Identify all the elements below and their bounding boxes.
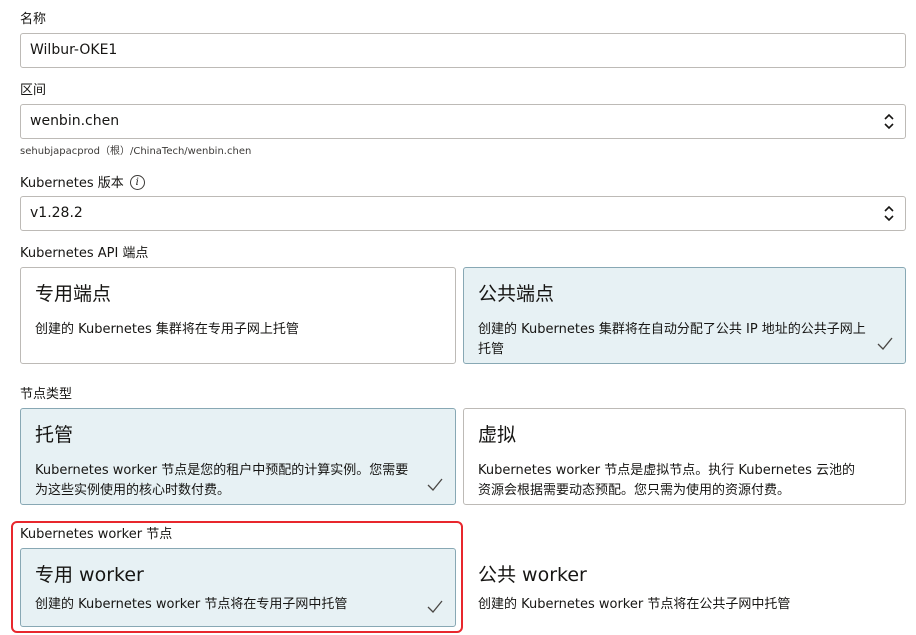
card-title: 公共 worker: [478, 564, 587, 586]
name-input[interactable]: Wilbur-OKE1: [20, 33, 906, 68]
card-title: 公共端点: [478, 283, 555, 305]
card-description: Kubernetes worker 节点是虚拟节点。执行 Kubernetes …: [478, 463, 856, 498]
chevron-up-down-icon: [884, 205, 894, 222]
info-icon[interactable]: i: [129, 175, 145, 190]
card-title: 托管: [35, 424, 74, 446]
version-label: Kubernetes 版本 i: [20, 175, 145, 192]
name-label: 名称: [20, 12, 47, 27]
public-worker-card[interactable]: 公共 worker 创建的 Kubernetes worker 节点将在公共子网…: [463, 548, 906, 627]
chevron-up-down-icon: [884, 113, 894, 130]
card-description: 创建的 Kubernetes worker 节点将在专用子网中托管: [35, 597, 348, 612]
card-description: 创建的 Kubernetes worker 节点将在公共子网中托管: [478, 597, 791, 612]
card-title: 专用端点: [35, 283, 112, 305]
public-endpoint-card[interactable]: 公共端点 创建的 Kubernetes 集群将在自动分配了公共 IP 地址的公共…: [463, 267, 906, 364]
managed-node-card[interactable]: 托管 Kubernetes worker 节点是您的租户中预配的计算实例。您需要…: [20, 408, 456, 505]
api-endpoint-label: Kubernetes API 端点: [20, 246, 149, 261]
compartment-label: 区间: [20, 83, 47, 98]
compartment-value: wenbin.chen: [30, 113, 120, 129]
card-description: Kubernetes worker 节点是您的租户中预配的计算实例。您需要为这些…: [35, 463, 409, 498]
version-label-text: Kubernetes 版本: [20, 176, 124, 191]
card-description: 创建的 Kubernetes 集群将在自动分配了公共 IP 地址的公共子网上托管: [478, 322, 866, 357]
worker-nodes-label: Kubernetes worker 节点: [20, 527, 173, 542]
compartment-select[interactable]: wenbin.chen: [20, 104, 906, 139]
version-select[interactable]: v1.28.2: [20, 196, 906, 231]
checkmark-icon: [877, 337, 893, 350]
checkmark-icon: [427, 600, 443, 613]
node-type-label: 节点类型: [20, 387, 73, 402]
private-endpoint-card[interactable]: 专用端点 创建的 Kubernetes 集群将在专用子网上托管: [20, 267, 456, 364]
checkmark-icon: [427, 478, 443, 491]
compartment-path-helper: sehubjapacprod（根）/ChinaTech/wenbin.chen: [20, 146, 252, 157]
private-worker-card[interactable]: 专用 worker 创建的 Kubernetes worker 节点将在专用子网…: [20, 548, 456, 627]
virtual-node-card[interactable]: 虚拟 Kubernetes worker 节点是虚拟节点。执行 Kubernet…: [463, 408, 906, 505]
card-description: 创建的 Kubernetes 集群将在专用子网上托管: [35, 322, 299, 337]
version-value: v1.28.2: [30, 205, 83, 221]
card-title: 虚拟: [478, 424, 517, 446]
card-title: 专用 worker: [35, 564, 144, 586]
